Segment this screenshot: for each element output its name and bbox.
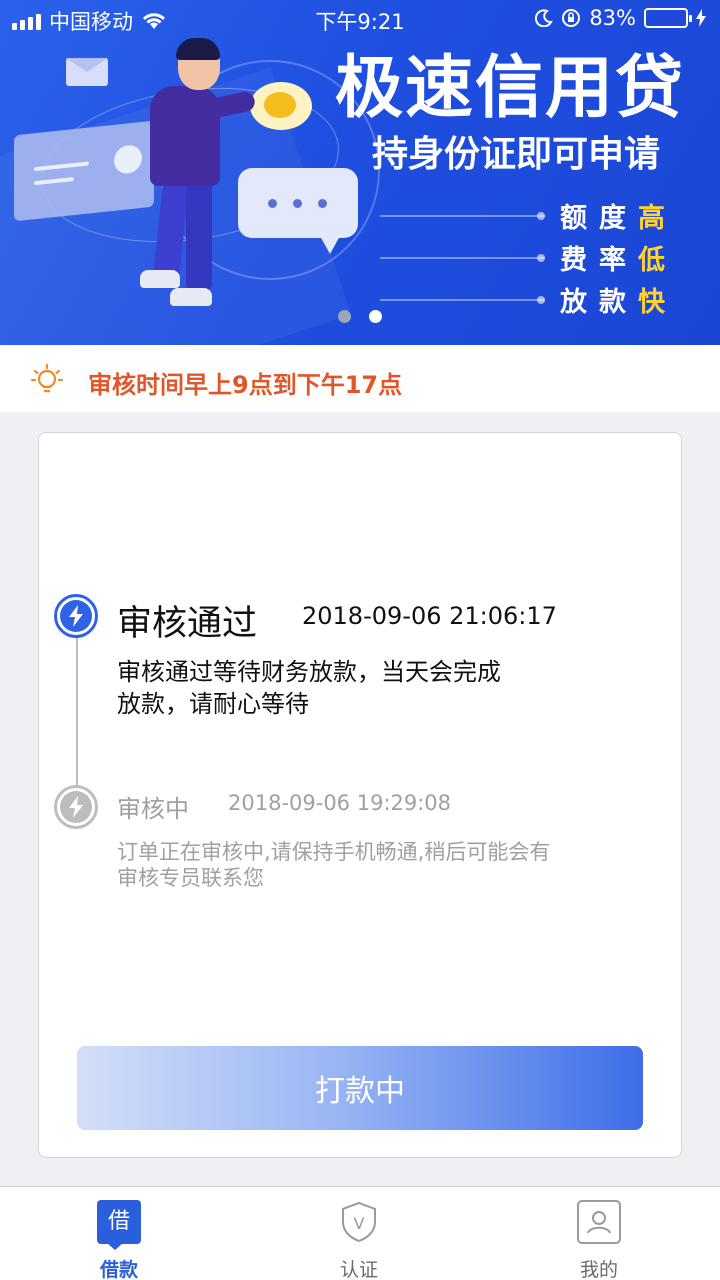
shield-icon: V xyxy=(342,1201,376,1243)
rotation-lock-icon xyxy=(562,9,581,27)
step-title-reviewing: 审核中 xyxy=(117,795,189,823)
user-icon xyxy=(577,1200,621,1244)
loan-icon: 借 xyxy=(97,1200,141,1250)
svg-text:V: V xyxy=(354,1214,365,1233)
coin-illustration xyxy=(250,82,312,130)
id-card-illustration xyxy=(14,120,154,222)
page-dot[interactable] xyxy=(338,310,351,323)
lightbulb-icon xyxy=(30,363,64,393)
banner-page-indicator[interactable] xyxy=(338,310,382,323)
promo-banner[interactable]: 中国移动 下午9:21 83% 极速信用贷 持身份证即可申请 额度高 费率低 放… xyxy=(0,0,720,345)
banner-subtitle: 持身份证即可申请 xyxy=(372,134,661,175)
person-illustration-shoe xyxy=(140,270,180,288)
banner-feature-rate: 费率低 xyxy=(380,238,700,278)
step-desc-approved: 审核通过等待财务放款，当天会完成 放款，请耐心等待 xyxy=(117,658,501,718)
banner-title: 极速信用贷 xyxy=(335,49,686,128)
battery-percent: 83% xyxy=(589,6,636,30)
battery-icon xyxy=(644,8,692,28)
step-time-reviewing: 2018-09-06 19:29:08 xyxy=(228,791,452,815)
person-illustration-shoe xyxy=(170,288,212,306)
tab-me[interactable]: 我的 xyxy=(539,1187,659,1280)
person-illustration-hair xyxy=(176,38,220,60)
charging-bolt-icon xyxy=(696,9,706,27)
step-desc-reviewing: 订单正在审核中,请保持手机畅通,稍后可能会有 审核专员联系您 xyxy=(117,840,551,890)
step-title-approved: 审核通过 xyxy=(117,604,258,644)
tab-loan[interactable]: 借 借款 xyxy=(59,1187,179,1280)
review-hours-notice: 审核时间早上9点到下午17点 xyxy=(0,345,720,412)
tab-me-label: 我的 xyxy=(579,1259,618,1280)
step-time-approved: 2018-09-06 21:06:17 xyxy=(302,602,557,630)
page-dot-active[interactable] xyxy=(369,310,382,323)
tab-verify[interactable]: V 认证 xyxy=(299,1187,419,1280)
banner-feature-speed: 放款快 xyxy=(380,280,700,320)
banner-feature-amount: 额度高 xyxy=(380,196,700,236)
envelope-icon xyxy=(66,58,108,86)
lightning-icon xyxy=(69,796,83,818)
disbursing-button[interactable]: 打款中 xyxy=(77,1046,643,1130)
timeline-node-reviewing xyxy=(54,785,98,829)
timeline-connector xyxy=(76,636,78,792)
person-illustration-leg xyxy=(186,180,212,290)
chat-bubble-illustration xyxy=(238,168,358,254)
tab-verify-label: 认证 xyxy=(339,1259,378,1280)
tab-loan-label: 借款 xyxy=(99,1259,138,1280)
timeline-node-approved xyxy=(54,594,98,638)
notice-text: 审核时间早上9点到下午17点 xyxy=(88,371,403,399)
bottom-tab-bar: 借 借款 V 认证 我的 xyxy=(0,1186,720,1280)
lightning-icon xyxy=(69,605,83,627)
moon-icon xyxy=(535,9,554,27)
